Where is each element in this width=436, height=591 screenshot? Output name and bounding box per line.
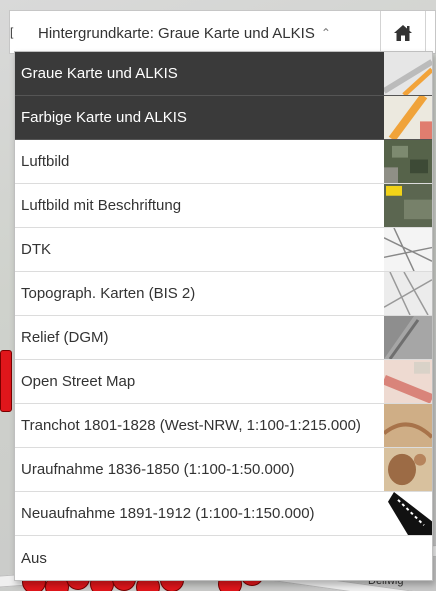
- thumbnail-osm: [384, 360, 432, 403]
- thumbnail-luftbild: [384, 140, 432, 183]
- thumbnail-farbige-karte: [384, 96, 432, 139]
- basemap-option-graue-karte[interactable]: Graue Karte und ALKIS: [15, 52, 432, 96]
- thumbnail-topograph: [384, 272, 432, 315]
- basemap-option-label: Tranchot 1801-1828 (West-NRW, 1:100-1:21…: [21, 417, 361, 434]
- basemap-option-label: Uraufnahme 1836-1850 (1:100-1:50.000): [21, 461, 295, 478]
- basemap-menu: Graue Karte und ALKIS Farbige Karte und …: [14, 51, 433, 581]
- thumbnail-neuaufnahme: [384, 492, 432, 535]
- basemap-option-label: Topograph. Karten (BIS 2): [21, 285, 196, 302]
- basemap-option-dtk[interactable]: DTK: [15, 228, 432, 272]
- thumbnail-uraufnahme: [384, 448, 432, 491]
- basemap-option-uraufnahme[interactable]: Uraufnahme 1836-1850 (1:100-1:50.000): [15, 448, 432, 492]
- basemap-option-topograph[interactable]: Topograph. Karten (BIS 2): [15, 272, 432, 316]
- thumbnail-graue-karte: [384, 52, 432, 95]
- basemap-option-aus[interactable]: Aus: [15, 536, 432, 580]
- thumbnail-dtk: [384, 228, 432, 271]
- home-button[interactable]: [380, 11, 426, 55]
- basemap-option-osm[interactable]: Open Street Map: [15, 360, 432, 404]
- basemap-option-label: Open Street Map: [21, 373, 136, 390]
- basemap-option-luftbild[interactable]: Luftbild: [15, 140, 432, 184]
- basemap-option-relief[interactable]: Relief (DGM): [15, 316, 432, 360]
- basemap-option-label: Graue Karte und ALKIS: [21, 65, 178, 82]
- thumbnail-luftbild-beschriftung: [384, 184, 432, 227]
- basemap-option-label: DTK: [21, 241, 51, 258]
- chevron-up-icon: ⌃: [320, 26, 331, 40]
- basemap-option-label: Luftbild: [21, 153, 70, 170]
- thumbnail-tranchot: [384, 404, 432, 447]
- edge-icon: [: [10, 25, 14, 39]
- basemap-option-label: Farbige Karte und ALKIS: [21, 109, 187, 126]
- map-toolbar: [ Hintergrundkarte: Graue Karte und ALKI…: [9, 10, 436, 55]
- basemap-option-tranchot[interactable]: Tranchot 1801-1828 (West-NRW, 1:100-1:21…: [15, 404, 432, 448]
- thumbnail-relief: [384, 316, 432, 359]
- map-marker[interactable]: [0, 350, 12, 412]
- basemap-option-farbige-karte[interactable]: Farbige Karte und ALKIS: [15, 96, 432, 140]
- basemap-option-label: Neuaufnahme 1891-1912 (1:100-1:150.000): [21, 505, 315, 522]
- home-icon: [394, 25, 412, 41]
- basemap-dropdown-label: Hintergrundkarte: Graue Karte und ALKIS: [38, 24, 315, 42]
- basemap-option-luftbild-beschriftung[interactable]: Luftbild mit Beschriftung: [15, 184, 432, 228]
- basemap-option-label: Luftbild mit Beschriftung: [21, 197, 182, 214]
- basemap-option-label: Relief (DGM): [21, 329, 109, 346]
- basemap-option-neuaufnahme[interactable]: Neuaufnahme 1891-1912 (1:100-1:150.000): [15, 492, 432, 536]
- basemap-dropdown-toggle[interactable]: Hintergrundkarte: Graue Karte und ALKIS …: [20, 11, 388, 55]
- basemap-option-label: Aus: [21, 549, 47, 567]
